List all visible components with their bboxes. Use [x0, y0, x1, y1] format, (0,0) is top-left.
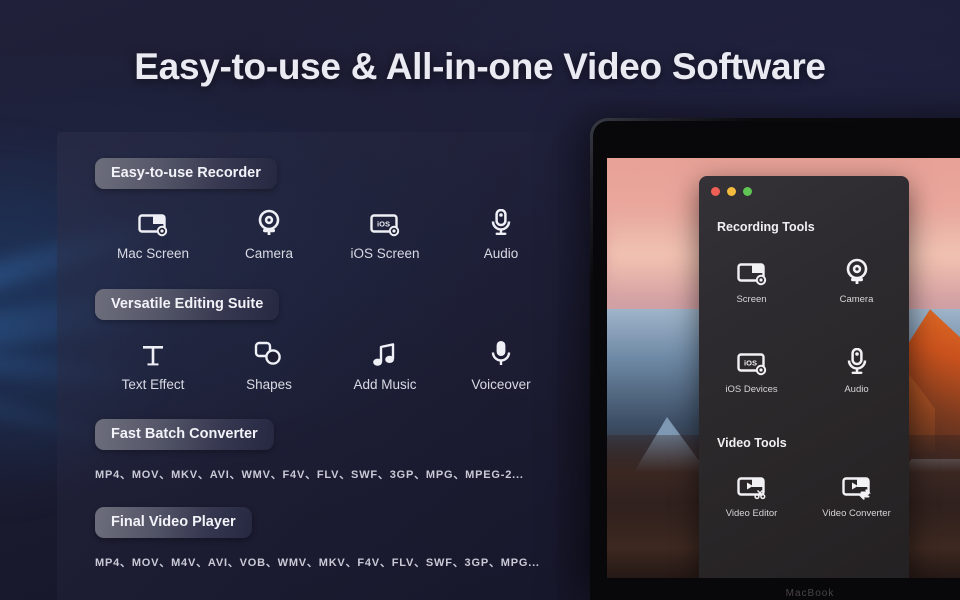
feature-item-label: Add Music: [353, 377, 417, 392]
video-edit-icon: [736, 468, 767, 500]
window-controls: [711, 187, 752, 196]
minimize-icon[interactable]: [727, 187, 736, 196]
feature-item-voiceover[interactable]: Voiceover: [443, 334, 559, 392]
camera-icon: [844, 254, 870, 286]
app-item-video-editor[interactable]: Video Editor: [699, 468, 804, 519]
svg-text:iOS: iOS: [744, 359, 757, 368]
feature-item-label: Shapes: [246, 377, 292, 392]
svg-text:iOS: iOS: [377, 220, 390, 229]
feature-section-player: Final Video Player MP4、MOV、M4V、AVI、VOB、W…: [95, 507, 540, 570]
app-grid-recording-row2: iOS iOS Devices Audio: [699, 344, 909, 395]
section-badge-recorder: Easy-to-use Recorder: [95, 158, 277, 189]
close-icon[interactable]: [711, 187, 720, 196]
converter-format-list: MP4、MOV、MKV、AVI、WMV、F4V、FLV、SWF、3GP、MPG、…: [95, 469, 524, 481]
feature-item-ios-screen[interactable]: iOS iOS Screen: [327, 203, 443, 261]
app-section-heading-recording: Recording Tools: [717, 220, 815, 234]
feature-item-label: iOS Screen: [350, 246, 420, 261]
feature-item-mac-screen[interactable]: Mac Screen: [95, 203, 211, 261]
macbook-device: Recording Tools Screen Camera iOS iOS De…: [590, 118, 960, 600]
app-item-audio[interactable]: Audio: [804, 344, 909, 395]
section-badge-player: Final Video Player: [95, 507, 252, 538]
app-item-video-converter[interactable]: Video Converter: [804, 468, 909, 519]
camera-icon: [256, 203, 282, 237]
video-convert-icon: [841, 468, 872, 500]
section-badge-converter: Fast Batch Converter: [95, 419, 274, 450]
microphone-icon: [845, 344, 869, 376]
app-grid-video: Video Editor Video Converter: [699, 468, 909, 519]
shapes-icon: [254, 334, 284, 368]
laptop-screen: Recording Tools Screen Camera iOS iOS De…: [607, 158, 960, 578]
feature-item-add-music[interactable]: Add Music: [327, 334, 443, 392]
section-badge-editing: Versatile Editing Suite: [95, 289, 280, 320]
app-item-label: iOS Devices: [725, 384, 778, 395]
app-item-label: Video Editor: [725, 508, 778, 519]
page-title: Easy-to-use & All-in-one Video Software: [134, 46, 826, 87]
app-item-ios-devices[interactable]: iOS iOS Devices: [699, 344, 804, 395]
app-item-camera[interactable]: Camera: [804, 254, 909, 305]
maximize-icon[interactable]: [743, 187, 752, 196]
app-section-heading-video: Video Tools: [717, 436, 787, 450]
app-item-label: Video Converter: [822, 508, 891, 519]
app-item-label: Audio: [844, 384, 869, 395]
feature-item-shapes[interactable]: Shapes: [211, 334, 327, 392]
app-item-screen[interactable]: Screen: [699, 254, 804, 305]
feature-section-converter: Fast Batch Converter MP4、MOV、MKV、AVI、WMV…: [95, 419, 524, 482]
feature-item-label: Text Effect: [121, 377, 185, 392]
text-icon: [140, 334, 166, 368]
microphone-icon: [489, 203, 513, 237]
screen-record-icon: [138, 203, 168, 237]
feature-item-label: Voiceover: [471, 377, 531, 392]
feature-item-camera[interactable]: Camera: [211, 203, 327, 261]
feature-section-editing: Versatile Editing Suite Text Effect Shap…: [95, 289, 559, 392]
app-item-label: Camera: [839, 294, 874, 305]
feature-section-recorder: Easy-to-use Recorder Mac Screen Camera i…: [95, 158, 559, 261]
app-item-label: Screen: [736, 294, 767, 305]
screen-record-icon: [736, 254, 767, 286]
macbook-wordmark: MacBook: [785, 588, 835, 599]
feature-item-audio[interactable]: Audio: [443, 203, 559, 261]
feature-item-label: Audio: [483, 246, 519, 261]
feature-item-label: Mac Screen: [116, 246, 190, 261]
app-grid-recording-row1: Screen Camera: [699, 254, 909, 305]
music-note-icon: [372, 334, 398, 368]
feature-item-text-effect[interactable]: Text Effect: [95, 334, 211, 392]
icon-row-editing: Text Effect Shapes Add Music Voiceover: [95, 334, 559, 392]
player-format-list: MP4、MOV、M4V、AVI、VOB、WMV、MKV、F4V、FLV、SWF、…: [95, 557, 540, 569]
feature-item-label: Camera: [244, 246, 293, 261]
app-window[interactable]: Recording Tools Screen Camera iOS iOS De…: [699, 176, 909, 578]
microphone-icon: [490, 334, 512, 368]
ios-screen-icon: iOS: [370, 203, 400, 237]
icon-row-recorder: Mac Screen Camera iOS iOS Screen Audio: [95, 203, 559, 261]
feature-panel: Easy-to-use Recorder Mac Screen Camera i…: [57, 132, 557, 600]
ios-screen-icon: iOS: [736, 344, 767, 376]
